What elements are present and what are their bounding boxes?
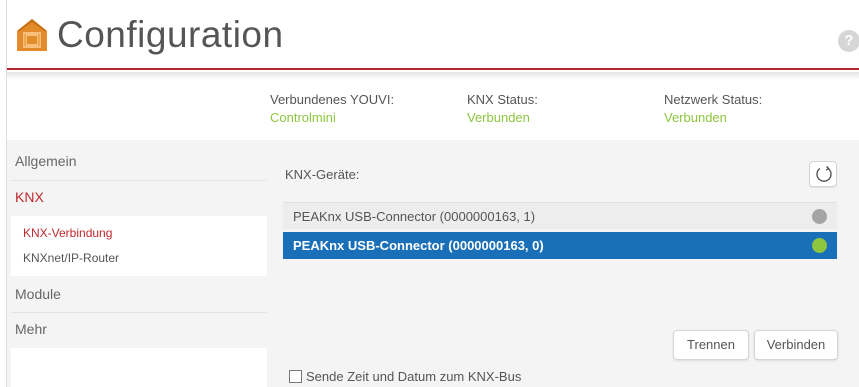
refresh-icon	[816, 165, 832, 182]
youvi-status-label: Verbundenes YOUVI:	[270, 92, 395, 107]
disconnect-button[interactable]: Trennen	[673, 330, 749, 360]
status-dot-icon	[812, 209, 827, 224]
device-name: PEAKnx USB-Connector (0000000163, 1)	[293, 209, 536, 224]
youvi-status-value: Controlmini	[270, 110, 336, 125]
devices-label: KNX-Geräte:	[285, 167, 360, 182]
header-shadow	[7, 72, 859, 80]
help-icon[interactable]: ?	[838, 30, 859, 52]
page-title: Configuration	[57, 14, 284, 55]
house-logo-icon	[17, 19, 47, 51]
sidebar-item-allgemein[interactable]: Allgemein	[11, 145, 267, 177]
sidebar-spacer	[11, 348, 267, 387]
submenu-item-knxnet-ip-router[interactable]: KNXnet/IP-Router	[23, 251, 119, 265]
header: Configuration ?	[7, 0, 859, 70]
refresh-button[interactable]	[809, 161, 837, 187]
knx-status-value: Verbunden	[467, 110, 530, 125]
sidebar-item-module[interactable]: Module	[11, 278, 267, 310]
send-time-option[interactable]: Sende Zeit und Datum zum KNX-Bus	[289, 369, 521, 384]
knx-submenu: KNX-Verbindung KNXnet/IP-Router	[11, 216, 267, 276]
send-time-label: Sende Zeit und Datum zum KNX-Bus	[306, 369, 522, 384]
knx-status-label: KNX Status:	[467, 92, 538, 107]
network-status: Netzwerk Status: Verbunden	[664, 92, 762, 125]
main-panel: KNX-Geräte: PEAKnx USB-Connector (000000…	[267, 140, 859, 387]
device-name: PEAKnx USB-Connector (0000000163, 0)	[293, 238, 544, 253]
network-status-value: Verbunden	[664, 110, 727, 125]
device-row-selected[interactable]: PEAKnx USB-Connector (0000000163, 0)	[283, 232, 837, 259]
send-time-checkbox[interactable]	[289, 370, 302, 383]
submenu-item-knx-verbindung[interactable]: KNX-Verbindung	[23, 226, 112, 240]
youvi-status: Verbundenes YOUVI: Controlmini	[270, 92, 394, 125]
sidebar-item-mehr[interactable]: Mehr	[11, 312, 267, 344]
sidebar-item-knx[interactable]: KNX	[11, 180, 267, 212]
connect-button[interactable]: Verbinden	[754, 330, 838, 360]
network-status-label: Netzwerk Status:	[664, 92, 763, 107]
status-dot-icon	[812, 238, 827, 253]
knx-status: KNX Status: Verbunden	[467, 92, 538, 125]
sidebar: Allgemein KNX KNX-Verbindung KNXnet/IP-R…	[7, 140, 267, 387]
device-row[interactable]: PEAKnx USB-Connector (0000000163, 1)	[283, 202, 837, 229]
app-window: Configuration ? Verbundenes YOUVI: Contr…	[6, 0, 859, 387]
